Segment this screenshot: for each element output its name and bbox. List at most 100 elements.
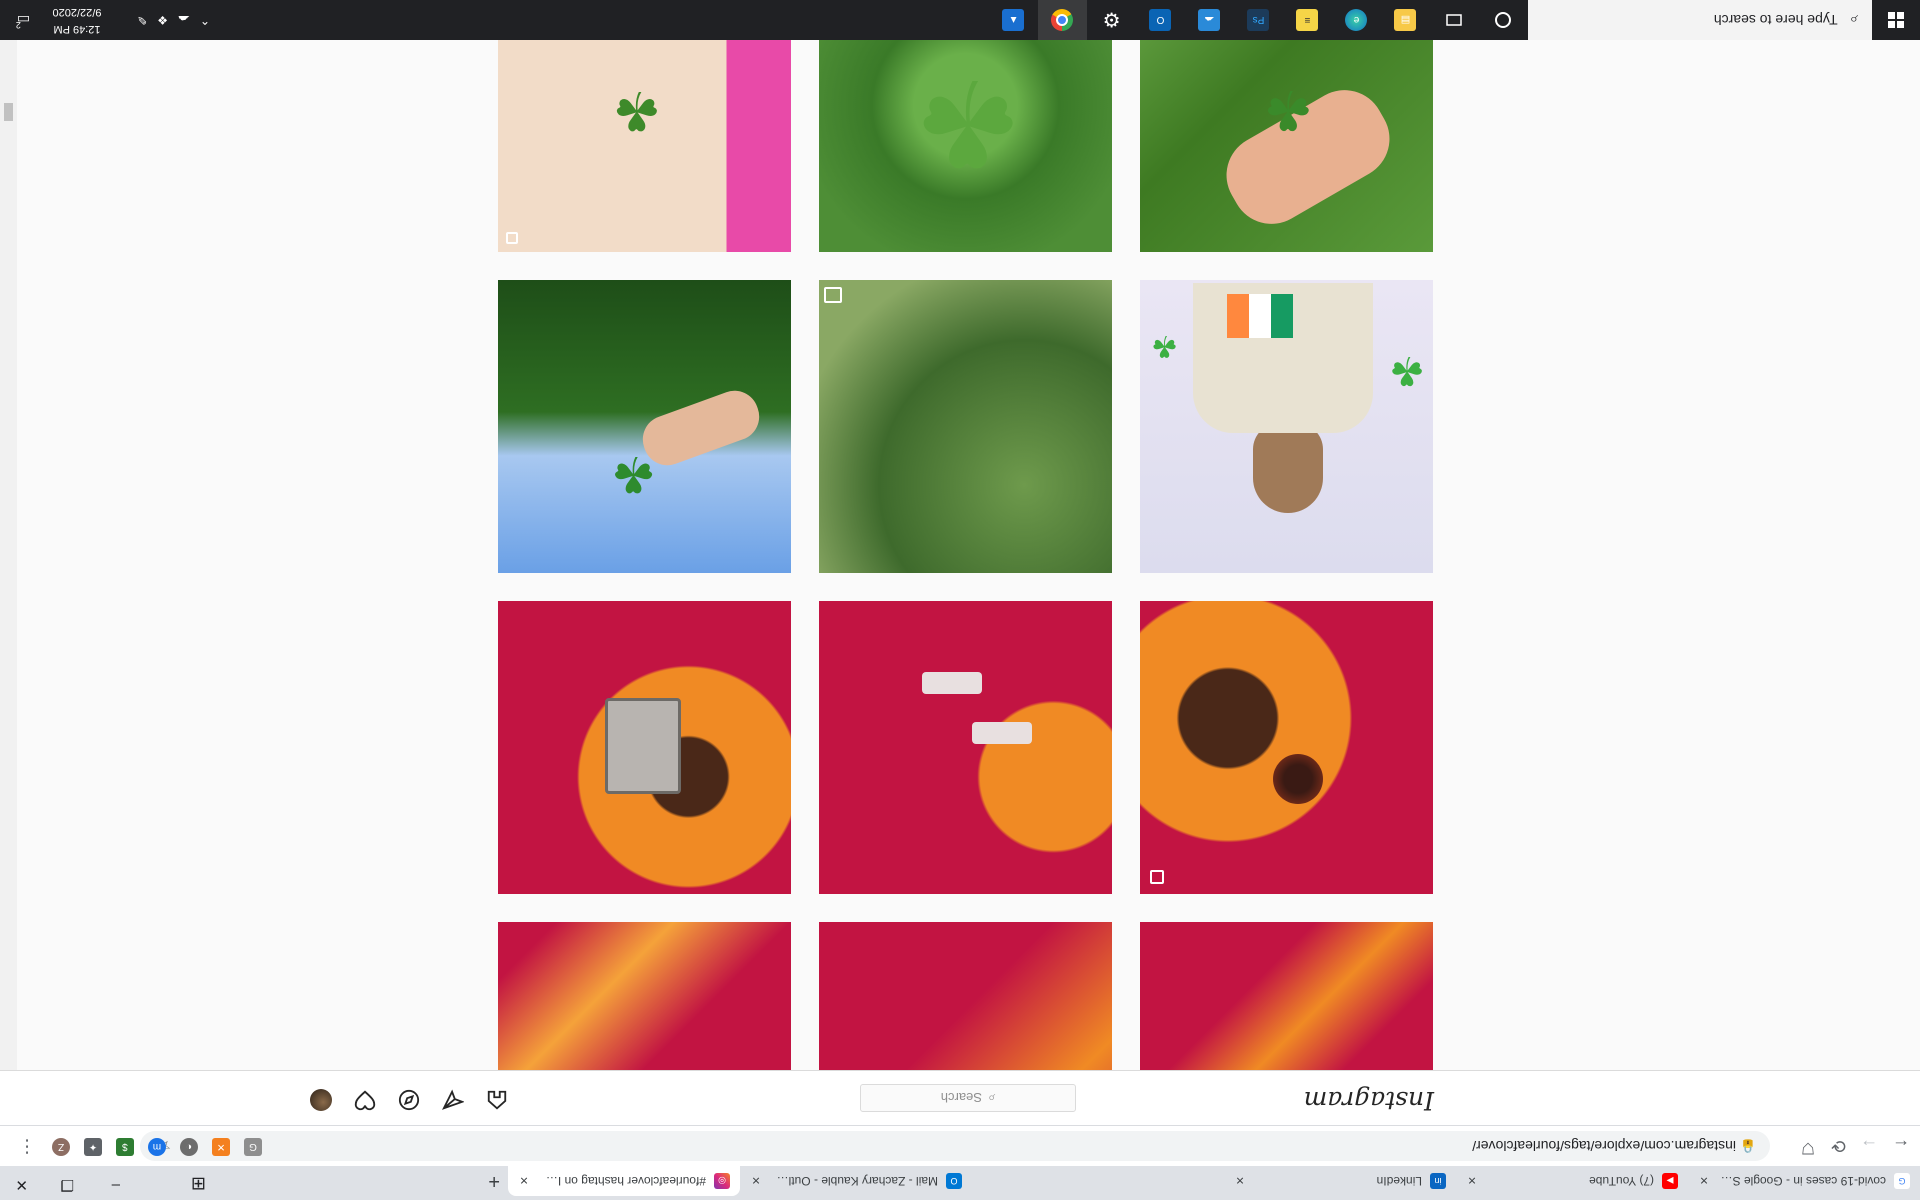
instagram-search-input[interactable]: ⌕ Search	[860, 1084, 1076, 1112]
ext-blue-icon[interactable]: m	[148, 1138, 166, 1156]
post-tile[interactable]	[498, 601, 791, 894]
post-tile[interactable]: ☘	[498, 280, 791, 573]
post-tile[interactable]: ☘	[1140, 40, 1433, 252]
taskbar-layout-icon[interactable]: ⊞	[191, 1173, 206, 1194]
home-icon[interactable]	[486, 1089, 508, 1111]
clover-image: ☘	[1263, 79, 1313, 141]
instagram-nav: Instagram ⌕ Search	[0, 1070, 1920, 1125]
instagram-icon: ◎	[714, 1173, 730, 1189]
close-tab-icon[interactable]: ×	[1232, 1173, 1248, 1189]
direct-icon[interactable]	[442, 1089, 464, 1111]
ext-g-icon[interactable]: G	[244, 1138, 262, 1156]
tab-google-search[interactable]: G covid-19 cases in - Google Searc ×	[1688, 1166, 1920, 1196]
camera-icon	[824, 287, 842, 303]
post-tile[interactable]	[819, 601, 1112, 894]
outlook-app-icon[interactable]: O	[1136, 0, 1185, 40]
clover-image: ☘	[611, 446, 656, 502]
clover-image: ☘	[612, 80, 661, 140]
post-tile[interactable]: ☘	[819, 40, 1112, 252]
carousel-icon	[1150, 870, 1164, 884]
close-tab-icon[interactable]: ×	[748, 1173, 764, 1189]
tab-youtube[interactable]: ▶ (7) YouTube ×	[1456, 1166, 1688, 1196]
shamrock-icon: ☘	[1389, 348, 1425, 392]
earring-image	[972, 722, 1032, 744]
shield-extension-icon[interactable]: ⛉	[1802, 1138, 1814, 1156]
url-text[interactable]: instagram.com/explore/tags/fourleafclove…	[1472, 1138, 1736, 1154]
tab-instagram-fourleafclover[interactable]: ◎ #fourleafclover hashtag on Insta ×	[508, 1166, 740, 1196]
address-bar[interactable]: 🔒 instagram.com/explore/tags/fourleafclo…	[140, 1131, 1770, 1161]
minimize-button[interactable]: –	[112, 1177, 120, 1194]
ext-orange-icon[interactable]: ✕	[212, 1138, 230, 1156]
chrome-icon[interactable]	[1038, 0, 1087, 40]
tab-title: #fourleafclover hashtag on Insta	[540, 1174, 706, 1188]
tab-linkedin[interactable]: in LinkedIn ×	[1224, 1166, 1456, 1196]
instagram-page: Instagram ⌕ Search ☘ ☘ ☘ ☘ ☘ ☘	[0, 40, 1920, 1125]
google-icon: G	[1894, 1173, 1910, 1189]
outlook-icon: O	[946, 1173, 962, 1189]
weather-icon[interactable]: ☁	[1185, 0, 1234, 40]
menu-icon[interactable]: ⋮	[18, 1138, 36, 1158]
tab-title: Mail - Zachary Kauble - Outlook	[772, 1174, 938, 1188]
file-explorer-icon[interactable]: ▤	[1381, 0, 1430, 40]
taskbar-clock[interactable]: 12:49 PM 9/22/2020	[42, 3, 112, 37]
youtube-icon: ▶	[1662, 1173, 1678, 1189]
post-tile[interactable]	[1140, 601, 1433, 894]
post-tile[interactable]: ☘	[498, 40, 791, 252]
post-tile[interactable]	[819, 280, 1112, 573]
profile-avatar[interactable]	[310, 1089, 332, 1111]
tab-title: LinkedIn	[1376, 1174, 1422, 1188]
carousel-icon	[506, 232, 518, 244]
edge-icon[interactable]: e	[1332, 0, 1381, 40]
settings-icon[interactable]: ⚙	[1087, 0, 1136, 40]
dropbox-icon[interactable]: ❖	[157, 13, 168, 27]
close-tab-icon[interactable]: ×	[1696, 1173, 1712, 1189]
explore-icon[interactable]	[398, 1089, 420, 1111]
puzzle-icon[interactable]: ✦	[84, 1138, 102, 1156]
cortana-icon[interactable]	[1479, 0, 1528, 40]
ext-dollar-icon[interactable]: $	[116, 1138, 134, 1156]
irish-flag-icon	[1227, 294, 1293, 338]
clover-image: ☘	[914, 55, 1022, 189]
close-tab-icon[interactable]: ×	[1464, 1173, 1480, 1189]
browser-toolbar: ← → ⟳ ⛉ 🔒 instagram.com/explore/tags/fou…	[0, 1125, 1920, 1166]
windows-taskbar: ⌕ Type here to search ▤ e ≡ Ps ☁ O ⚙ ▲ ⌃…	[0, 0, 1920, 40]
taskbar-apps: ▤ e ≡ Ps ☁ O ⚙ ▲	[989, 0, 1528, 40]
search-placeholder: Search	[940, 1090, 982, 1106]
rotated-screen: G covid-19 cases in - Google Searc × ▶ (…	[0, 0, 1920, 1200]
notification-center-icon[interactable]: ▭ 2	[12, 9, 34, 31]
taskbar-search-box[interactable]: ⌕ Type here to search	[1528, 0, 1872, 40]
profile-avatar[interactable]: Z	[52, 1138, 70, 1156]
ext-circle-icon[interactable]: ◐	[180, 1138, 198, 1156]
forward-button[interactable]: →	[1860, 1135, 1878, 1156]
tab-title: (7) YouTube	[1589, 1174, 1654, 1188]
browser-tab-bar: G covid-19 cases in - Google Searc × ▶ (…	[0, 1166, 1920, 1200]
pendant-image	[605, 698, 681, 794]
activity-heart-icon[interactable]	[354, 1089, 376, 1111]
close-tab-icon[interactable]: ×	[516, 1173, 532, 1189]
onedrive-icon[interactable]: ☁	[178, 13, 190, 27]
tab-outlook[interactable]: O Mail - Zachary Kauble - Outlook ×	[740, 1166, 972, 1196]
page-scrollbar[interactable]	[0, 40, 17, 1125]
sticky-notes-icon[interactable]: ≡	[1283, 0, 1332, 40]
back-button[interactable]: ←	[1892, 1135, 1910, 1156]
photoshop-icon[interactable]: Ps	[1234, 0, 1283, 40]
network-icon[interactable]: ✎	[137, 13, 147, 27]
shamrock-icon: ☘	[1151, 329, 1178, 362]
photos-icon[interactable]: ▲	[989, 0, 1038, 40]
new-tab-button[interactable]: +	[488, 1169, 500, 1192]
clock-time: 12:49 PM	[53, 23, 101, 35]
close-window-button[interactable]: ✕	[15, 1176, 28, 1194]
notification-count: 2	[15, 20, 21, 30]
chevron-up-icon[interactable]: ⌃	[200, 13, 210, 27]
clock-date: 9/22/2020	[52, 6, 102, 18]
reload-button[interactable]: ⟳	[1831, 1135, 1846, 1156]
task-view-icon[interactable]	[1430, 0, 1479, 40]
person-face-image	[1253, 423, 1323, 513]
windows-start-icon[interactable]	[1872, 0, 1920, 40]
scrollbar-thumb[interactable]	[4, 103, 13, 121]
instagram-logo[interactable]: Instagram	[1304, 1086, 1434, 1115]
post-tile[interactable]: ☘ ☘	[1140, 280, 1433, 573]
system-tray: ⌃ ☁ ❖ ✎	[137, 0, 210, 40]
restore-button[interactable]: ❐	[61, 1176, 74, 1194]
tab-title: covid-19 cases in - Google Searc	[1720, 1174, 1886, 1188]
